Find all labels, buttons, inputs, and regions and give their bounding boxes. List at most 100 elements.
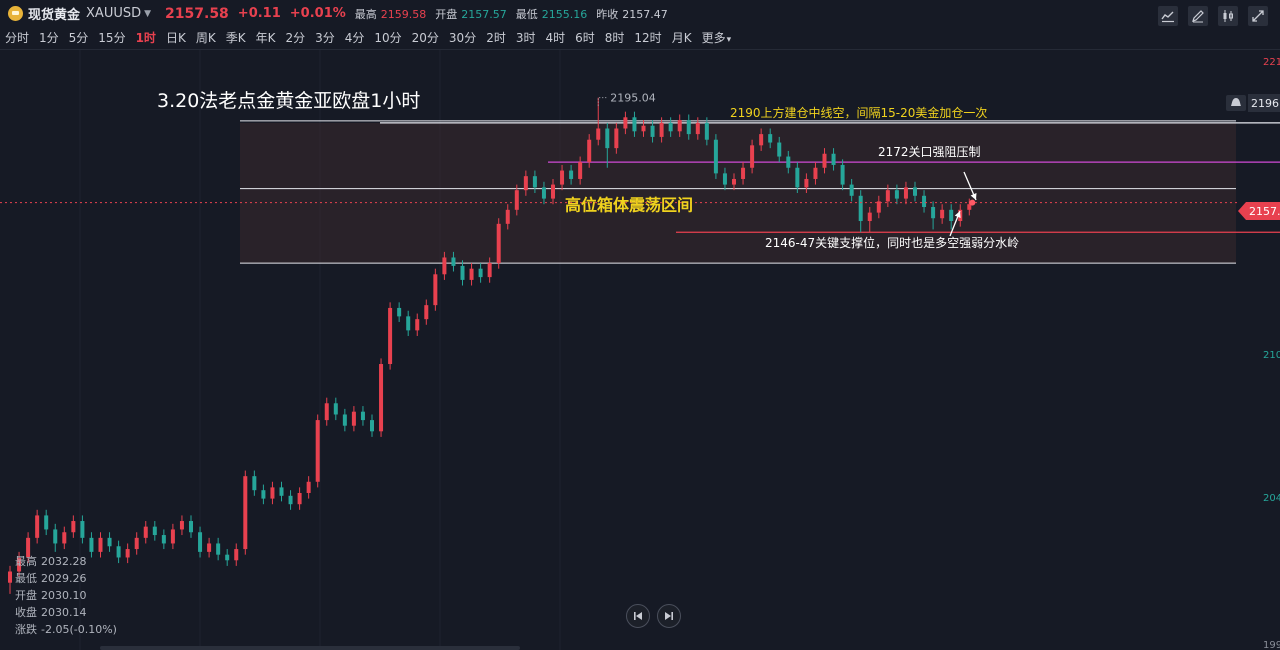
candle-body — [677, 120, 682, 132]
timeframe-5[interactable]: 日K — [161, 29, 191, 46]
candle-body — [695, 122, 700, 135]
candle-body — [234, 549, 239, 561]
high-marker-label: 2195.04 — [610, 92, 656, 105]
timeframe-20[interactable]: 12时 — [629, 29, 666, 46]
candle-body — [750, 145, 755, 168]
candle-body — [170, 529, 175, 544]
candle-body — [189, 521, 193, 533]
candle-body — [804, 178, 809, 188]
candle-body — [89, 537, 94, 552]
candle-body — [98, 537, 103, 552]
timeframe-1[interactable]: 1分 — [34, 29, 64, 46]
scroll-forward-button[interactable] — [657, 604, 681, 628]
candle-body — [478, 268, 483, 278]
candle-body — [523, 176, 528, 191]
candle-body — [759, 134, 764, 146]
candle-body — [614, 128, 619, 149]
candle-body — [569, 170, 574, 179]
candle-style-icon[interactable] — [1218, 6, 1238, 26]
candle-body — [342, 414, 347, 426]
candle-body — [207, 543, 212, 552]
candle-body — [125, 549, 130, 558]
quote-header: 现货黄金 XAUUSD ▼ 2157.58 +0.11 +0.01% 最高 215… — [0, 0, 1280, 27]
fullscreen-icon[interactable] — [1248, 6, 1268, 26]
candle-body — [116, 546, 121, 558]
horizontal-scrollbar[interactable] — [100, 646, 520, 650]
candle-body — [161, 535, 166, 544]
candle-body — [849, 184, 854, 196]
scroll-back-button[interactable] — [626, 604, 650, 628]
candle-body — [388, 307, 393, 365]
timeframe-19[interactable]: 8时 — [600, 29, 630, 46]
candle-body — [261, 490, 266, 499]
timeframe-10[interactable]: 3分 — [310, 29, 340, 46]
candle-body — [650, 125, 655, 137]
candle-body — [152, 526, 157, 536]
y-axis-label: 2196. — [1251, 97, 1280, 110]
price-change: +0.11 — [237, 6, 281, 21]
candle-body — [351, 411, 356, 426]
ohlc-low: 最低 2029.26 — [15, 572, 87, 585]
draw-icon[interactable] — [1188, 6, 1208, 26]
candle-body — [406, 316, 411, 331]
candle-body — [949, 209, 954, 222]
candlestick-chart[interactable]: 3.20法老点金黄金亚欧盘1小时 2195.04 2190上方建仓中线空，间隔1… — [0, 50, 1280, 650]
symbol-code[interactable]: XAUUSD — [86, 6, 141, 21]
candle-body — [8, 571, 12, 583]
candle-body — [143, 526, 148, 538]
candle-body — [858, 195, 863, 222]
timeframe-3[interactable]: 15分 — [93, 29, 130, 46]
resistance-annotation: 2172关口强阻压制 — [878, 145, 981, 159]
symbol-name[interactable]: 现货黄金 — [28, 4, 80, 23]
candle-body — [722, 173, 727, 185]
candle-body — [894, 190, 899, 199]
timeframe-18[interactable]: 6时 — [570, 29, 600, 46]
skip-back-icon — [634, 612, 642, 620]
timeframe-6[interactable]: 周K — [191, 29, 221, 46]
candle-body — [487, 263, 492, 278]
candle-body — [913, 187, 917, 196]
indicator-icon[interactable] — [1158, 6, 1178, 26]
candle-body — [704, 122, 709, 140]
candle-body — [424, 305, 429, 320]
support-annotation: 2146-47关键支撑位，同时也是多空强弱分水岭 — [765, 235, 1019, 250]
timeframe-16[interactable]: 3时 — [511, 29, 541, 46]
timeframe-0[interactable]: 分时 — [0, 29, 34, 46]
timeframe-8[interactable]: 年K — [251, 29, 281, 46]
ohlc-close: 收盘 2030.14 — [15, 606, 87, 619]
timeframe-12[interactable]: 10分 — [369, 29, 406, 46]
timeframe-4[interactable]: 1时 — [131, 29, 161, 46]
candle-body — [107, 537, 112, 547]
candle-body — [451, 257, 456, 266]
candle-body — [225, 554, 230, 561]
timeframe-17[interactable]: 4时 — [540, 29, 570, 46]
candle-body — [496, 223, 501, 264]
stat-prev-close: 昨收 2157.47 — [596, 7, 668, 21]
candle-body — [885, 190, 890, 202]
candle-body — [940, 209, 945, 219]
candle-body — [840, 164, 845, 185]
candle-body — [243, 476, 248, 550]
candle-body — [541, 187, 546, 199]
timeframe-22[interactable]: 更多 — [697, 29, 737, 46]
candle-body — [505, 209, 510, 224]
timeframe-21[interactable]: 月K — [667, 29, 697, 46]
timeframe-2[interactable]: 5分 — [64, 29, 94, 46]
candle-body — [596, 128, 601, 140]
candle-body — [532, 176, 537, 188]
candle-body — [35, 515, 40, 538]
range-box — [240, 122, 1236, 264]
chevron-down-icon[interactable]: ▼ — [144, 9, 151, 19]
candle-body — [333, 403, 338, 415]
timeframe-13[interactable]: 20分 — [407, 29, 444, 46]
timeframe-15[interactable]: 2时 — [481, 29, 511, 46]
gold-symbol-icon — [8, 6, 23, 21]
timeframe-11[interactable]: 4分 — [340, 29, 370, 46]
candle-body — [415, 319, 420, 331]
timeframe-9[interactable]: 2分 — [280, 29, 310, 46]
high-marker-line — [597, 97, 609, 106]
y-axis-label: 221 — [1263, 57, 1280, 68]
candle-body — [134, 537, 139, 550]
timeframe-7[interactable]: 季K — [221, 29, 251, 46]
timeframe-14[interactable]: 30分 — [444, 29, 481, 46]
